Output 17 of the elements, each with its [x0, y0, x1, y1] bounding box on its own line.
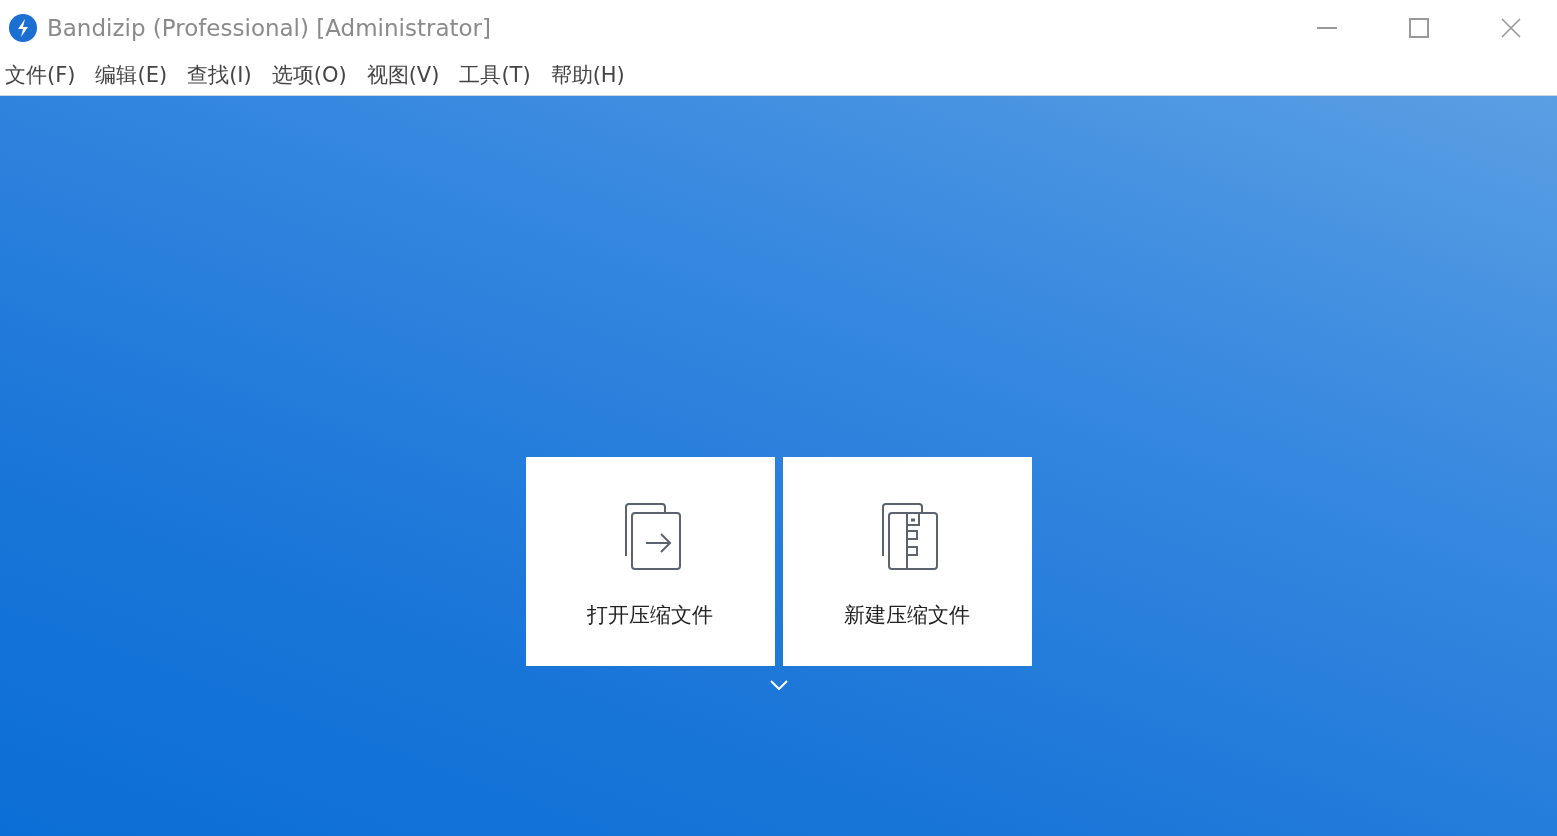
- action-tile[interactable]: 打开压缩文件: [525, 457, 775, 666]
- menu-item[interactable]: 文件(F): [2, 61, 79, 89]
- menu-item[interactable]: 帮助(H): [547, 61, 628, 89]
- menu-item[interactable]: 查找(I): [184, 61, 255, 89]
- window-title: Bandizip (Professional) [Administrator]: [47, 14, 493, 41]
- chevron-down-icon[interactable]: [769, 680, 788, 690]
- menu-item[interactable]: 编辑(E): [92, 61, 171, 89]
- tile-label: 新建压缩文件: [844, 602, 970, 629]
- minimize-icon[interactable]: [1317, 26, 1337, 29]
- tile-label: 打开压缩文件: [587, 602, 713, 629]
- maximize-icon[interactable]: [1409, 17, 1429, 38]
- app-logo-icon: [9, 13, 37, 42]
- close-icon[interactable]: [1501, 17, 1521, 38]
- menu-item[interactable]: 视图(V): [363, 61, 443, 89]
- action-tile[interactable]: 新建压缩文件: [782, 457, 1032, 666]
- menu-item[interactable]: 选项(O): [268, 61, 350, 89]
- menu-item[interactable]: 工具(T): [456, 61, 534, 89]
